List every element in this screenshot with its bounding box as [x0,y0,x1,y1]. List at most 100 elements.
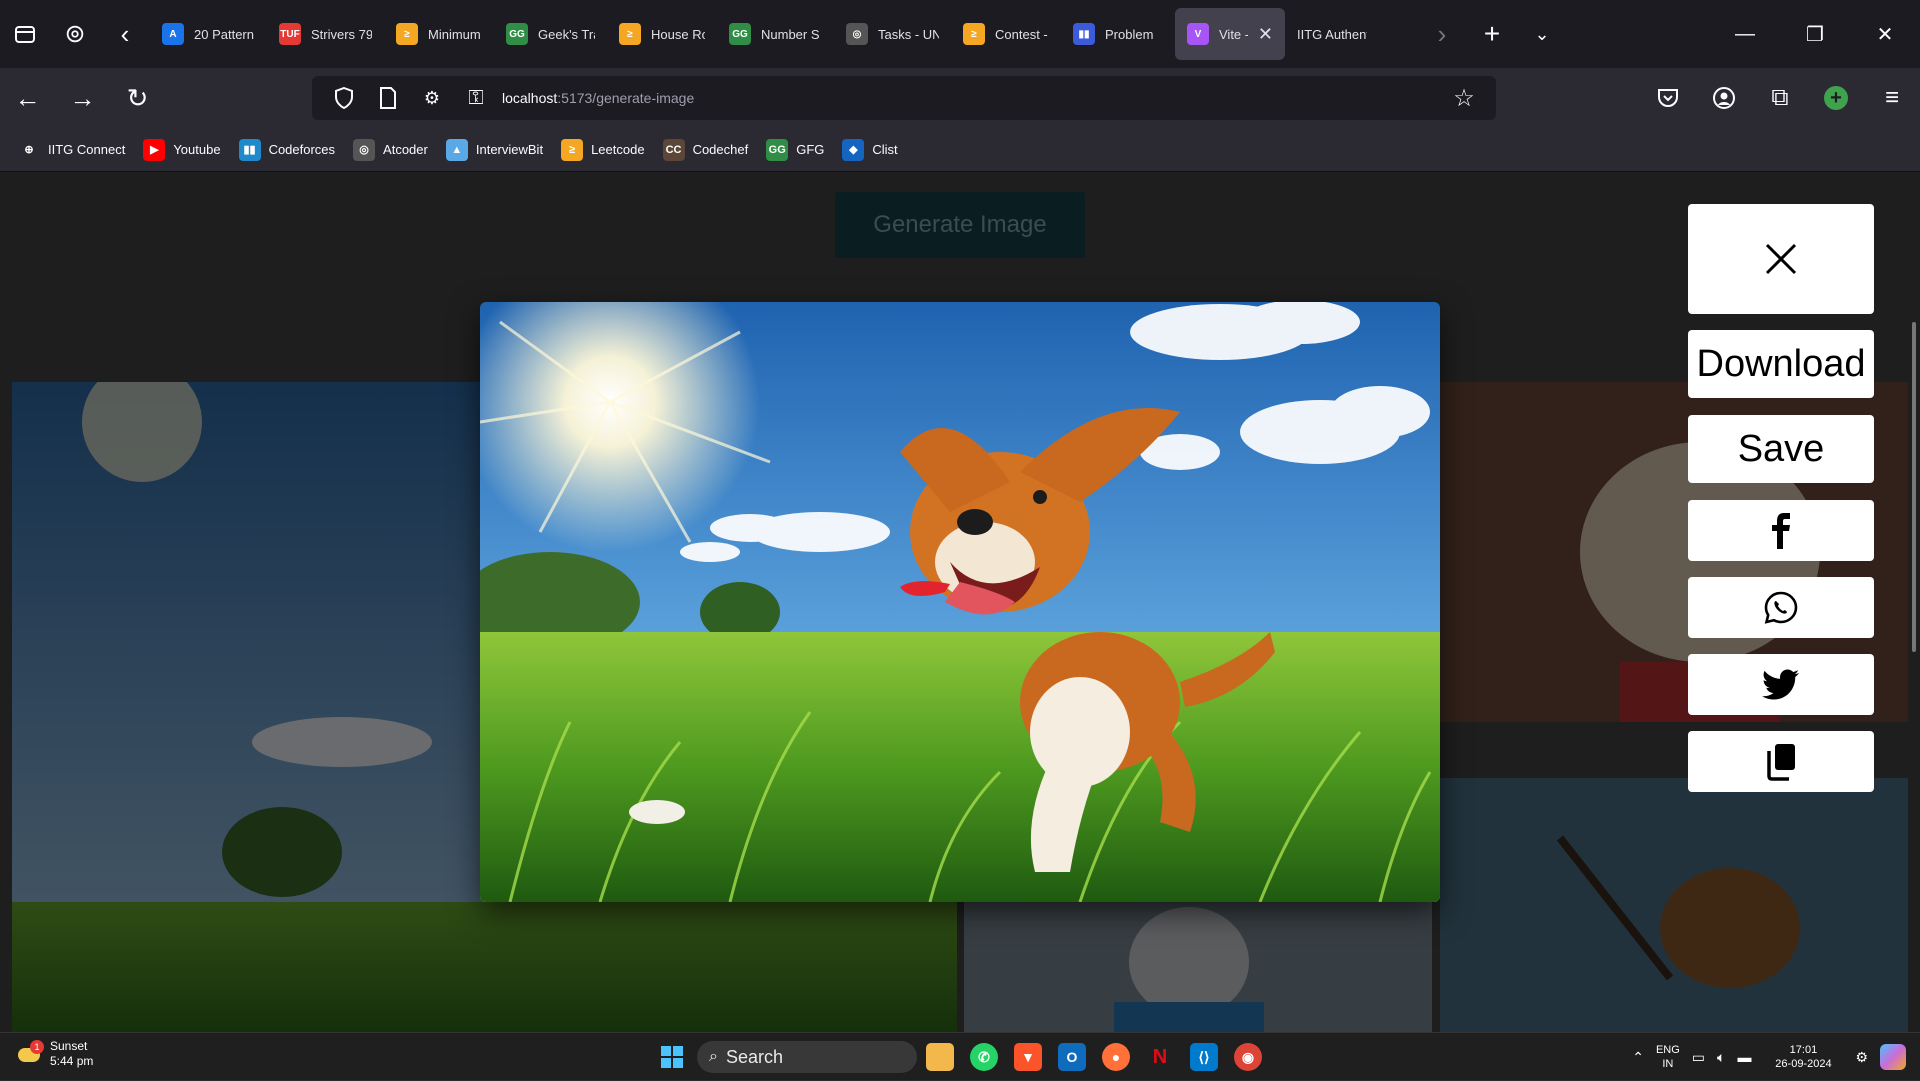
share-facebook-button[interactable] [1688,500,1874,561]
tab-2[interactable]: ≥ Minimum [384,8,494,60]
bookmark-favicon: ▮▮ [238,138,261,161]
download-button[interactable]: Download [1688,330,1874,398]
bookmark-7[interactable]: GG GFG [766,138,825,161]
network-icon[interactable]: ▭ [1692,1050,1705,1064]
weather-widget[interactable]: 1 Sunset 5:44 pm [18,1039,93,1069]
bookmark-5[interactable]: ≥ Leetcode [561,138,645,161]
bookmark-label: Codechef [692,142,749,157]
tab-8[interactable]: ▮▮ Problem [1061,8,1175,60]
firefox-icon[interactable]: ● [1102,1043,1130,1071]
tracking-protection-icon[interactable] [322,76,366,120]
gallery-image-bird-bg[interactable] [1440,778,1908,1032]
brave-icon[interactable]: ▼ [1014,1043,1042,1071]
forward-icon[interactable]: → [55,68,110,128]
tray-overflow-icon[interactable]: ⌃ [1632,1050,1644,1064]
page-scrollbar[interactable] [1912,322,1916,652]
close-modal-button[interactable] [1688,204,1874,314]
save-button[interactable]: Save [1688,415,1874,483]
key-icon[interactable]: ⚿ [454,76,498,120]
gallery-image-cat-bg[interactable] [964,902,1432,1032]
minimize-icon[interactable]: — [1710,0,1780,68]
bookmark-favicon: ◆ [842,138,865,161]
clock[interactable]: 17:01 26-09-2024 [1763,1043,1843,1071]
tab-7[interactable]: ≥ Contest - [951,8,1061,60]
bookmark-favicon: ◎ [353,138,376,161]
bookmark-8[interactable]: ◆ Clist [842,138,898,161]
file-explorer-icon[interactable] [926,1043,954,1071]
permissions-icon[interactable]: ⚙ [410,76,454,120]
bookmark-6[interactable]: CC Codechef [662,138,749,161]
bookmark-favicon: ▲ [445,138,468,161]
bookmark-label: Youtube [173,142,221,157]
tab-favicon: GG [506,23,528,45]
bookmark-label: GFG [796,142,825,157]
weather-icon: 1 [18,1040,44,1066]
tab-0[interactable]: A 20 Pattern [150,8,267,60]
page-info-icon[interactable] [366,76,410,120]
account-icon[interactable] [1696,68,1752,128]
language-code: ENG [1655,1044,1680,1056]
volume-icon[interactable]: 🔈︎ [1717,1050,1725,1064]
close-window-icon[interactable]: ✕ [1850,0,1920,68]
bookmark-label: Leetcode [591,142,645,157]
weather-time: 5:44 pm [50,1054,94,1068]
tab-overview-icon[interactable] [0,0,50,68]
tab-label: Strivers 79 [311,26,372,42]
scroll-tabs-left-icon[interactable]: ‹ [100,0,150,68]
taskbar-search[interactable]: ⌕ Search [697,1041,917,1073]
extensions-icon[interactable]: ⧉ [1752,68,1808,128]
copilot-icon[interactable] [1880,1044,1906,1070]
image-actions-panel: Download Save [1688,204,1874,808]
tab-3[interactable]: GG Geek's Tra [494,8,607,60]
bookmark-1[interactable]: ▶ Youtube [143,138,221,161]
url-text[interactable]: localhost:5173/generate-image [502,90,694,106]
menu-icon[interactable]: ≡ [1864,68,1920,128]
copy-link-button[interactable] [1688,731,1874,792]
tab-list: A 20 Pattern TUF Strivers 79 ≥ Minimum GG Geek'… [150,8,1417,60]
tab-4[interactable]: ≥ House Ro [607,8,717,60]
vscode-icon[interactable]: ⟨⟩ [1190,1043,1218,1071]
tab-9[interactable]: V Vite - ✕ [1175,8,1285,60]
windows-start-icon[interactable] [658,1043,686,1071]
tab-5[interactable]: GG Number S [717,8,834,60]
bookmark-favicon: ▶ [143,138,166,161]
tab-favicon: ≥ [963,23,985,45]
scroll-tabs-right-icon[interactable]: › [1417,0,1467,68]
back-icon[interactable]: ← [0,68,55,128]
tab-list-dropdown-icon[interactable]: ⌄ [1517,0,1567,68]
generate-image-button[interactable]: Generate Image [835,192,1085,258]
tab-label: Vite - [1219,26,1248,42]
notification-icon[interactable]: ⚙ [1855,1050,1868,1064]
tab-1[interactable]: TUF Strivers 79 [267,8,384,60]
extension-green-icon[interactable]: + [1808,68,1864,128]
search-placeholder: Search [725,1046,784,1067]
tab-10[interactable]: IITG Authenticat [1285,8,1417,60]
openai-icon[interactable] [50,0,100,68]
tab-6[interactable]: ◎ Tasks - UN [834,8,951,60]
netflix-icon[interactable]: N [1146,1043,1174,1071]
share-whatsapp-button[interactable] [1688,577,1874,638]
tab-label: Number S [761,26,820,42]
language-indicator[interactable]: ENG IN [1656,1043,1680,1071]
restore-icon[interactable]: ❐ [1780,0,1850,68]
reload-icon[interactable]: ↻ [110,68,165,128]
chrome-icon[interactable]: ◉ [1234,1043,1262,1071]
pocket-icon[interactable] [1640,68,1696,128]
whatsapp-app-icon[interactable]: ✆ [970,1043,998,1071]
tab-label: House Ro [651,26,705,42]
facebook-icon [1772,512,1790,549]
bookmark-0[interactable]: ⊕ IITG Connect [18,138,126,161]
outlook-icon[interactable]: O [1058,1043,1086,1071]
bookmark-label: IITG Connect [48,142,126,157]
bookmark-3[interactable]: ◎ Atcoder [353,138,428,161]
close-tab-icon[interactable]: ✕ [1258,24,1273,45]
battery-icon[interactable]: ▬ [1737,1050,1751,1064]
tab-favicon: A [162,23,184,45]
share-twitter-button[interactable] [1688,654,1874,715]
bookmark-star-icon[interactable]: ☆ [1442,76,1486,120]
bookmark-2[interactable]: ▮▮ Codeforces [238,138,335,161]
bookmark-4[interactable]: ▲ InterviewBit [445,138,543,161]
url-bar[interactable]: ⚙ ⚿ localhost:5173/generate-image ☆ [312,76,1496,120]
weather-badge: 1 [30,1040,44,1054]
new-tab-icon[interactable]: + [1467,0,1517,68]
